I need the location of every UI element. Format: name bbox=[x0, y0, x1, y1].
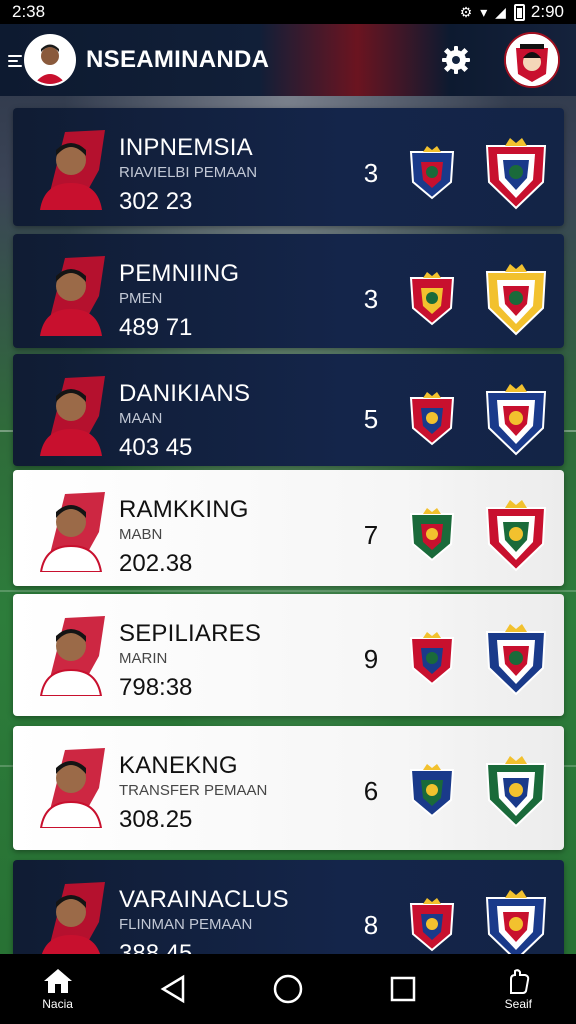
club-badge-icon[interactable] bbox=[504, 32, 560, 88]
player-photo bbox=[35, 372, 109, 457]
card-value: 302 23 bbox=[119, 188, 193, 215]
club-crest-icon bbox=[407, 762, 457, 818]
card-subtitle: MAAN bbox=[119, 410, 163, 427]
player-photo bbox=[35, 126, 109, 211]
card-value: 403 45 bbox=[119, 434, 193, 461]
player-photo bbox=[35, 744, 109, 829]
card-value: 202.38 bbox=[119, 550, 193, 577]
card-subtitle: RIAVIELBI PEMAAN bbox=[119, 164, 258, 181]
battery-icon bbox=[513, 3, 525, 21]
recents-square-icon[interactable] bbox=[368, 959, 438, 1019]
card-rank: 3 bbox=[363, 158, 379, 188]
opponent-crest-icon bbox=[481, 884, 551, 964]
app-header: NSEAMINANDA bbox=[0, 24, 576, 96]
user-avatar[interactable] bbox=[24, 34, 76, 86]
card-rank: 6 bbox=[363, 776, 379, 806]
card-subtitle: MARIN bbox=[119, 650, 168, 667]
signal-icon: ⚙ ▾ ◢ bbox=[459, 3, 508, 20]
opponent-crest-icon bbox=[481, 258, 551, 338]
player-card[interactable]: INPNEMSIA RIAVIELBI PEMAAN 302 23 3 bbox=[13, 108, 564, 226]
nav-profile-label: Seaif bbox=[504, 997, 533, 1011]
card-title: PEMNIING bbox=[119, 260, 240, 287]
card-subtitle: MABN bbox=[119, 526, 163, 543]
status-icons: ⚙ ▾ ◢ 2:90 bbox=[460, 2, 564, 22]
card-rank: 5 bbox=[363, 404, 379, 434]
card-title: KANEKNG bbox=[119, 752, 238, 779]
navigation-bar: Nacia Seaif bbox=[0, 954, 576, 1024]
nav-profile[interactable]: Seaif bbox=[483, 959, 553, 1019]
club-crest-icon bbox=[407, 630, 457, 686]
gear-icon[interactable] bbox=[440, 44, 472, 76]
player-card[interactable]: RAMKKING MABN 202.38 7 bbox=[13, 470, 564, 586]
player-card[interactable]: SEPILIARES MARIN 798:38 9 bbox=[13, 594, 564, 716]
club-crest-icon bbox=[407, 270, 457, 326]
card-rank: 8 bbox=[363, 910, 379, 940]
home-circle-icon[interactable] bbox=[253, 959, 323, 1019]
opponent-crest-icon bbox=[481, 378, 551, 458]
player-photo bbox=[35, 612, 109, 697]
card-value: 798:38 bbox=[119, 674, 193, 701]
status-bar: 2:38 ⚙ ▾ ◢ 2:90 bbox=[0, 0, 576, 24]
opponent-crest-icon bbox=[481, 618, 551, 698]
nav-home[interactable]: Nacia bbox=[23, 959, 93, 1019]
card-rank: 7 bbox=[363, 520, 379, 550]
hand-icon bbox=[510, 969, 530, 994]
card-subtitle: TRANSFER PEMAAN bbox=[119, 782, 268, 799]
opponent-crest-icon bbox=[481, 132, 551, 212]
house-icon bbox=[43, 969, 72, 993]
player-photo bbox=[35, 252, 109, 337]
club-crest-icon bbox=[407, 144, 457, 200]
player-photo bbox=[35, 878, 109, 963]
back-triangle-icon[interactable] bbox=[138, 959, 208, 1019]
app-title: NSEAMINANDA bbox=[86, 46, 270, 73]
player-card[interactable]: KANEKNG TRANSFER PEMAAN 308.25 6 bbox=[13, 726, 564, 850]
club-crest-icon bbox=[407, 506, 457, 562]
card-rank: 9 bbox=[363, 644, 379, 674]
card-subtitle: PMEN bbox=[119, 290, 163, 307]
card-value: 489 71 bbox=[119, 314, 193, 341]
card-title: VARAINACLUS bbox=[119, 886, 289, 913]
card-title: INPNEMSIA bbox=[119, 134, 253, 161]
nav-home-label: Nacia bbox=[42, 997, 73, 1011]
club-crest-icon bbox=[407, 390, 457, 446]
status-time: 2:38 bbox=[12, 2, 46, 21]
card-title: DANIKIANS bbox=[119, 380, 251, 407]
status-time-right: 2:90 bbox=[530, 2, 564, 21]
card-rank: 3 bbox=[363, 284, 379, 314]
opponent-crest-icon bbox=[481, 750, 551, 830]
card-title: RAMKKING bbox=[119, 496, 249, 523]
player-card[interactable]: DANIKIANS MAAN 403 45 5 bbox=[13, 354, 564, 466]
card-subtitle: FLINMAN PEMAAN bbox=[119, 916, 253, 933]
player-card[interactable]: PEMNIING PMEN 489 71 3 bbox=[13, 234, 564, 348]
club-crest-icon bbox=[407, 896, 457, 952]
card-value: 308.25 bbox=[119, 806, 193, 833]
opponent-crest-icon bbox=[481, 494, 551, 574]
card-title: SEPILIARES bbox=[119, 620, 262, 647]
player-photo bbox=[35, 488, 109, 573]
